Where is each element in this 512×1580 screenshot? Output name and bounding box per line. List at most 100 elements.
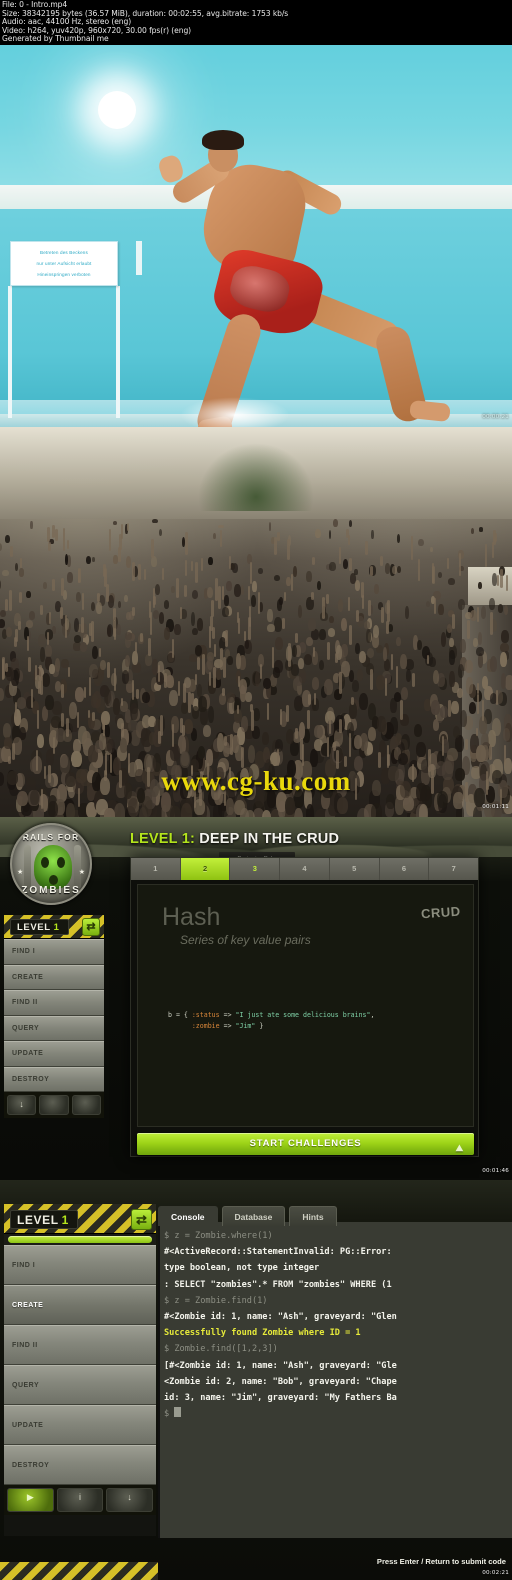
code-l2-value: "Jim" (235, 1022, 256, 1030)
raised-arm (148, 638, 151, 657)
crowd-figure (319, 629, 326, 641)
nav-item-find-i[interactable]: FIND I (4, 1245, 156, 1285)
crowd-figure (262, 677, 271, 690)
timestamp-frame-1: 00:00:21 (482, 414, 509, 420)
raised-arm (98, 647, 102, 657)
raised-arm (108, 529, 112, 552)
crowd-figure (208, 556, 213, 565)
download-button-icon[interactable]: ↓ (7, 1095, 37, 1115)
console-output[interactable]: $ z = Zombie.where(1) #<ActiveRecord::Sta… (160, 1226, 512, 1514)
raised-arm (61, 713, 64, 728)
lesson-step-6[interactable]: 6 (380, 858, 430, 880)
crowd-figure (373, 584, 379, 595)
code-l1-arrow: => (219, 1011, 236, 1019)
lesson-step-5[interactable]: 5 (330, 858, 380, 880)
raised-arm (208, 626, 212, 649)
raised-arm (390, 653, 394, 671)
info-button-icon[interactable]: i (56, 1488, 104, 1512)
raised-arm (30, 689, 34, 708)
raised-arm (274, 536, 277, 555)
raised-arm (62, 527, 66, 551)
logo-bottom-text: ZOMBIES (21, 885, 81, 896)
nav-item-query[interactable]: QUERY (4, 1365, 156, 1405)
crowd-figure (65, 553, 69, 566)
start-challenges-label: START CHALLENGES (249, 1138, 362, 1149)
nav-item-update[interactable]: UPDATE (4, 1041, 104, 1067)
crowd-figure (200, 707, 209, 725)
level-header-4: LEVEL 1 ⇄ (4, 1204, 156, 1234)
console-tab-strip[interactable]: Console Database Hints (158, 1204, 512, 1226)
raised-arm (338, 547, 342, 565)
lesson-step-bar[interactable]: 1234567 (131, 858, 478, 880)
nav-item-query[interactable]: QUERY (4, 1015, 104, 1041)
raised-arm (370, 565, 373, 576)
nav-item-find-i[interactable]: FIND I (4, 939, 104, 965)
download-button-icon[interactable]: ↓ (106, 1488, 154, 1512)
crowd-figure (371, 529, 374, 539)
crowd-figure (290, 663, 300, 676)
nav-item-destroy[interactable]: DESTROY (4, 1445, 156, 1485)
raised-arm (493, 529, 496, 546)
crowd-figure (267, 609, 273, 622)
crowd-figure (327, 628, 336, 637)
nav-item-label: FIND II (12, 999, 38, 1007)
raised-arm (188, 692, 191, 714)
submit-hint: Press Enter / Return to submit code (376, 1557, 506, 1566)
nav-item-create[interactable]: CREATE (4, 964, 104, 990)
raised-arm (5, 598, 8, 612)
raised-arm (182, 725, 185, 737)
crowd-figure (418, 538, 425, 547)
nav-item-find-ii[interactable]: FIND II (4, 1325, 156, 1365)
slide-heading: Hash (162, 903, 221, 931)
logo-top-text: RAILS FOR (22, 832, 80, 842)
crowd-figure (338, 599, 344, 612)
raised-arm (143, 569, 147, 581)
console-line-2: type boolean, not type integer (164, 1263, 320, 1274)
crowd-figure (119, 738, 127, 753)
go-button-icon[interactable]: ▶ (7, 1488, 54, 1512)
crowd-figure (413, 723, 423, 737)
nav-item-update[interactable]: UPDATE (4, 1405, 156, 1445)
start-challenges-button[interactable]: START CHALLENGES ⛰ (137, 1133, 474, 1155)
raised-arm (171, 724, 175, 748)
raised-arm (9, 590, 12, 612)
sign-line-3: Hineinspringen verboten (37, 272, 91, 277)
raised-arm (311, 592, 314, 601)
crowd-figure (438, 604, 444, 616)
lesson-step-1[interactable]: 1 (131, 858, 181, 880)
raised-arm (5, 663, 8, 673)
crowd-figure (217, 524, 224, 529)
raised-arm (66, 718, 69, 738)
crowd-figure (247, 745, 256, 763)
swap-level-button-4[interactable]: ⇄ (131, 1209, 152, 1230)
nav-item-destroy[interactable]: DESTROY (4, 1066, 104, 1092)
raised-arm (132, 606, 135, 616)
blank-button-icon[interactable] (71, 1095, 101, 1115)
crowd-figure (366, 647, 375, 659)
blank-button-icon[interactable] (39, 1095, 69, 1115)
crowd-figure (154, 583, 161, 596)
crowd-figure (457, 687, 464, 698)
lesson-step-3[interactable]: 3 (230, 858, 281, 880)
lesson-step-7[interactable]: 7 (429, 858, 478, 880)
console-tab-hints[interactable]: Hints (289, 1206, 337, 1226)
crowd-figure (114, 802, 126, 817)
crowd-figure (314, 725, 324, 739)
raised-arm (475, 727, 479, 737)
console-tab-database[interactable]: Database (221, 1206, 286, 1226)
crowd-figure (158, 612, 165, 624)
nav-item-find-ii[interactable]: FIND II (4, 990, 104, 1016)
sign-post-right (116, 286, 120, 418)
raised-arm (467, 620, 470, 639)
nav-item-create[interactable]: CREATE (4, 1285, 156, 1325)
crowd-figure (16, 697, 27, 709)
nav-item-label: DESTROY (12, 1461, 50, 1469)
raised-arm (286, 704, 289, 723)
raised-arm (8, 755, 11, 765)
console-tab-console[interactable]: Console (158, 1206, 218, 1226)
crowd-figure (429, 546, 433, 552)
swap-level-button-3[interactable]: ⇄ (82, 918, 100, 936)
raised-arm (121, 723, 124, 737)
lesson-step-2[interactable]: 2 (180, 858, 231, 880)
lesson-step-4[interactable]: 4 (280, 858, 330, 880)
